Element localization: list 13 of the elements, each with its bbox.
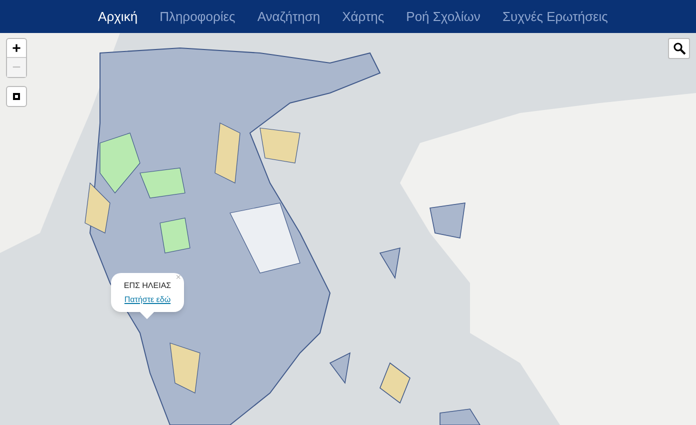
search-icon (672, 42, 686, 55)
nav-link[interactable]: Αρχική (98, 6, 138, 26)
nav-link[interactable]: Χάρτης (342, 6, 384, 26)
nav-link[interactable]: Αναζήτηση (257, 6, 320, 26)
map-area[interactable]: + − ΕΠΣ ΗΛΕΙΑΣ Πατήστε εδώ × (0, 33, 696, 425)
nav-link[interactable]: Πληροφορίες (160, 6, 236, 26)
layer-button[interactable] (6, 86, 27, 107)
nav-link[interactable]: Συχνές Ερωτήσεις (502, 6, 608, 26)
nav-link[interactable]: Ροή Σχολίων (406, 6, 480, 26)
popup-link[interactable]: Πατήστε εδώ (124, 294, 171, 306)
square-icon (13, 93, 20, 100)
popup-title: ΕΠΣ ΗΛΕΙΑΣ (124, 280, 172, 292)
search-button[interactable] (668, 38, 690, 59)
